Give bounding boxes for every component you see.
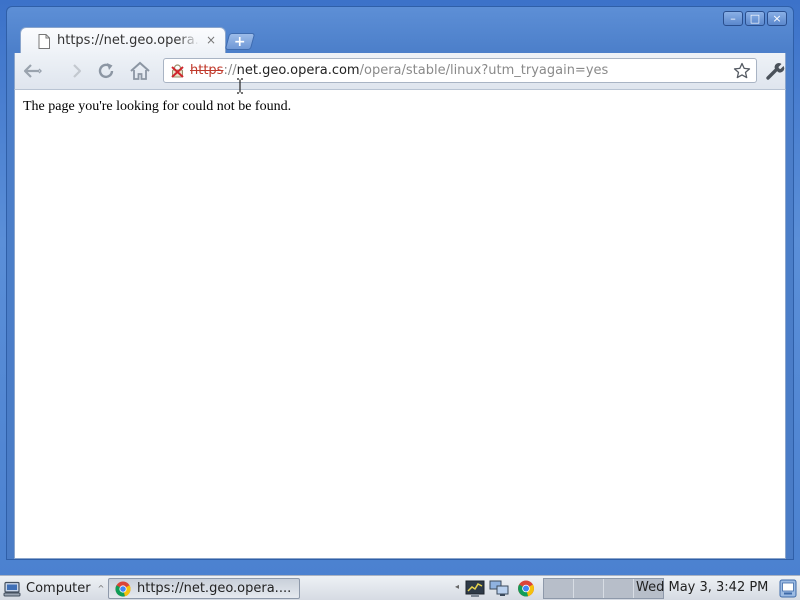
reload-icon	[98, 63, 114, 79]
system-monitor-icon[interactable]	[465, 579, 485, 598]
star-icon[interactable]	[733, 62, 751, 80]
url-path: /opera/stable/linux?utm_tryagain=yes	[359, 63, 609, 78]
plus-icon: +	[234, 33, 246, 50]
home-button[interactable]	[128, 59, 152, 83]
browser-window: – □ × https://net.geo.opera.com/opera/st…	[6, 6, 794, 560]
window-controls: – □ ×	[723, 11, 787, 26]
computer-icon	[3, 581, 21, 596]
taskbar: Computer ^ https://net.geo.opera.... ◂ W…	[0, 575, 800, 600]
show-desktop-icon[interactable]	[779, 579, 797, 598]
taskbar-window-title: https://net.geo.opera....	[137, 581, 292, 596]
browser-toolbar: https://net.geo.opera.com/opera/stable/l…	[14, 53, 786, 89]
menu-arrow-icon: ^	[97, 584, 105, 593]
minimize-icon: –	[730, 12, 736, 25]
maximize-button[interactable]: □	[745, 11, 765, 26]
tab-active[interactable]: https://net.geo.opera.com/opera/stable/l…	[20, 27, 226, 54]
computer-menu-label: Computer	[26, 581, 91, 596]
address-bar[interactable]: https://net.geo.opera.com/opera/stable/l…	[163, 58, 757, 83]
workspace-3[interactable]	[604, 579, 634, 598]
wrench-menu-button[interactable]	[763, 59, 787, 83]
network-icon[interactable]	[489, 579, 509, 598]
back-arrow-icon	[23, 64, 42, 78]
reload-button[interactable]	[94, 59, 118, 83]
home-icon	[130, 61, 150, 80]
chrome-icon	[115, 581, 131, 597]
chrome-tray-icon[interactable]	[516, 579, 536, 598]
forward-arrow-icon	[73, 64, 82, 78]
url-text[interactable]: https://net.geo.opera.com/opera/stable/l…	[190, 63, 608, 78]
url-separator: ://	[223, 63, 237, 78]
wrench-icon	[766, 63, 785, 80]
page-content: The page you're looking for could not be…	[14, 89, 786, 559]
broken-lock-icon	[171, 64, 184, 78]
page-icon	[38, 34, 50, 49]
computer-menu[interactable]: Computer ^	[3, 579, 104, 598]
url-host: net.geo.opera.com	[236, 63, 360, 78]
not-found-message: The page you're looking for could not be…	[23, 99, 292, 114]
tray-expand-icon[interactable]: ◂	[455, 582, 459, 591]
close-window-button[interactable]: ×	[767, 11, 787, 26]
workspace-2[interactable]	[574, 579, 604, 598]
text-cursor-icon	[237, 78, 243, 94]
minimize-button[interactable]: –	[723, 11, 743, 26]
back-button[interactable]	[21, 59, 45, 83]
workspace-1[interactable]	[544, 579, 574, 598]
tab-close-button[interactable]: ×	[206, 33, 216, 47]
taskbar-browser-window[interactable]: https://net.geo.opera....	[108, 578, 300, 599]
tab-title: https://net.geo.opera.com/opera/stable/l…	[57, 33, 199, 48]
url-scheme: https	[190, 63, 224, 78]
new-tab-button[interactable]: +	[224, 33, 256, 50]
clock[interactable]: Wed May 3, 3:42 PM	[636, 580, 768, 595]
forward-button[interactable]	[64, 59, 88, 83]
close-icon: ×	[772, 12, 782, 25]
maximize-icon: □	[749, 12, 761, 25]
